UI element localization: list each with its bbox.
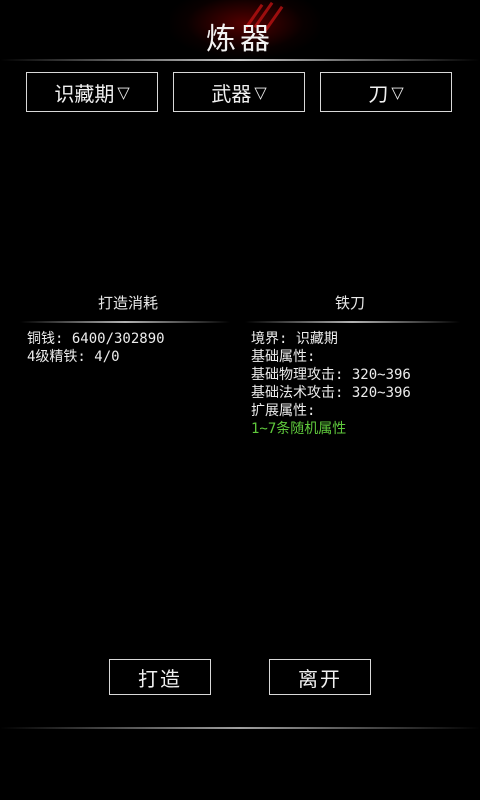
cost-list: 铜钱: 6400/302890 4级精铁: 4/0	[27, 330, 165, 366]
realm-filter-dropdown[interactable]: 识藏期 ▽	[26, 72, 158, 112]
item-realm: 境界: 识藏期	[251, 331, 338, 347]
type-filter-label: 刀	[368, 81, 389, 106]
item-extended-attr-heading: 扩展属性:	[251, 403, 316, 419]
category-filter-dropdown[interactable]: 武器 ▽	[173, 72, 305, 112]
type-filter-dropdown[interactable]: 刀 ▽	[320, 72, 452, 112]
item-magic-attack: 基础法术攻击: 320~396	[251, 385, 411, 401]
title-bar: 炼器	[0, 0, 480, 62]
cost-iron: 4级精铁: 4/0	[27, 349, 120, 365]
item-random-attr: 1~7条随机属性	[251, 421, 347, 437]
item-section-divider	[245, 321, 460, 323]
item-stats: 境界: 识藏期 基础属性: 基础物理攻击: 320~396 基础法术攻击: 32…	[251, 330, 411, 438]
item-base-attr-heading: 基础属性:	[251, 349, 316, 365]
realm-filter-label: 识藏期	[54, 81, 115, 106]
triangle-down-icon: ▽	[391, 82, 404, 102]
leave-button[interactable]: 离开	[269, 659, 371, 695]
triangle-down-icon: ▽	[117, 82, 130, 102]
category-filter-label: 武器	[211, 81, 252, 106]
triangle-down-icon: ▽	[254, 82, 267, 102]
page-title: 炼器	[206, 22, 274, 57]
item-physical-attack: 基础物理攻击: 320~396	[251, 367, 411, 383]
cost-coins: 铜钱: 6400/302890	[27, 331, 165, 347]
title-divider	[0, 59, 480, 61]
filter-bar: 识藏期 ▽ 武器 ▽ 刀 ▽	[0, 72, 480, 114]
cost-section-divider	[20, 321, 230, 323]
bottom-divider	[0, 727, 480, 729]
cost-section-title: 打造消耗	[97, 294, 158, 312]
item-section-title: 铁刀	[334, 294, 365, 312]
forge-button[interactable]: 打造	[109, 659, 211, 695]
